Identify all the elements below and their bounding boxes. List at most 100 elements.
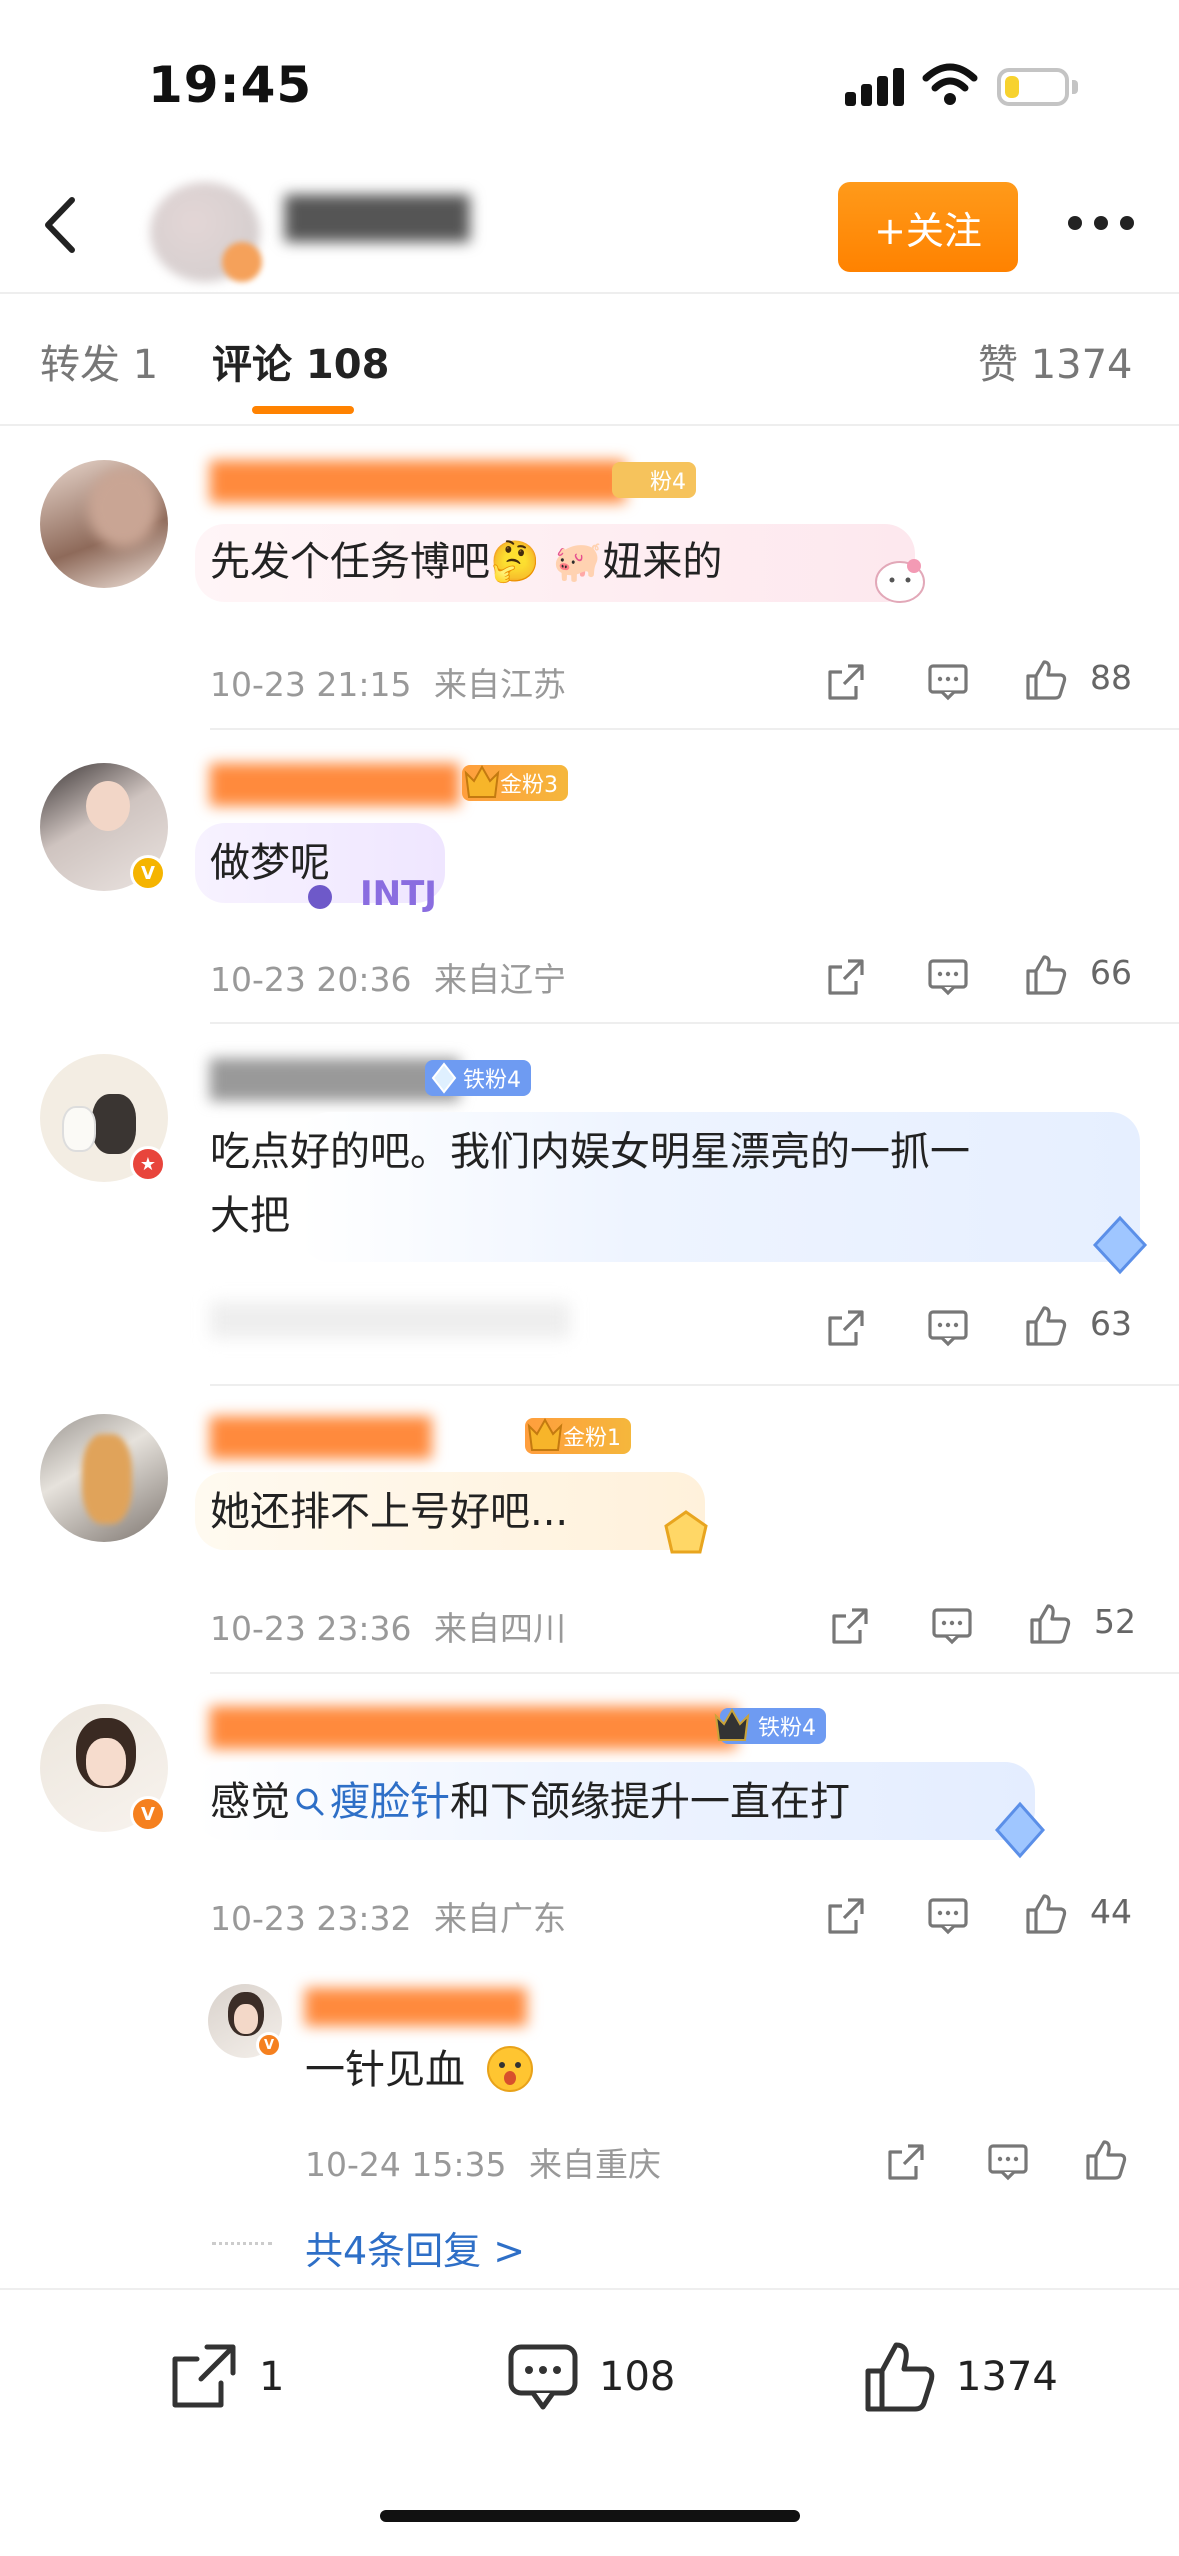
post-header: ██████ +关注: [0, 160, 1179, 290]
reply-text: 一针见血: [305, 2038, 536, 2102]
more-replies-link[interactable]: 共4条回复 >: [305, 2220, 525, 2275]
comment-meta: 10-23 21:15 来自江苏: [210, 658, 566, 706]
comment-item: ███████████████ 粉4 先发个任务博吧🤔 🐖妞来的 10-23 2…: [0, 450, 1179, 720]
black-crown-icon: [714, 1707, 750, 1741]
tabs-divider: [0, 424, 1179, 426]
comment-text-line-1: 吃点好的吧。我们内娱女明星漂亮的一抓一: [210, 1129, 970, 1175]
fan-badge: 粉4: [612, 462, 696, 498]
tab-repost[interactable]: 转发 1: [40, 332, 158, 390]
tab-comments[interactable]: 评论 108: [212, 332, 389, 390]
commenter-name-blurred[interactable]: ████████: [210, 1418, 431, 1459]
commenter-name-blurred[interactable]: ███████████████: [210, 462, 625, 503]
intj-sticker-icon: INTJ: [308, 874, 437, 914]
comment-location: 来自辽宁: [433, 960, 566, 999]
comment-location: 来自广东: [433, 1899, 566, 1938]
post-tabs: 转发 1 评论 108 赞 1374: [0, 300, 1179, 420]
comment-icon[interactable]: [926, 955, 970, 999]
comment-count: 108: [599, 2354, 676, 2400]
verified-badge-icon: V: [256, 2032, 282, 2058]
comment-text-suffix: 和下颌缘提升一直在打: [450, 1779, 850, 1825]
svg-text:INTJ: INTJ: [360, 874, 437, 914]
bottom-action-bar: 1 108 1374: [0, 2290, 1179, 2556]
gold-crown-icon: [464, 764, 500, 798]
more-options-icon[interactable]: [1068, 216, 1134, 236]
comment-bubble-icon: [508, 2344, 578, 2410]
comment-text: 先发个任务博吧🤔 🐖妞来的: [210, 539, 723, 585]
comment-item: V █████████ 金粉3 做梦呢 INTJ 10-23 20:36 来自辽…: [0, 755, 1179, 1025]
diamond-icon: [431, 1062, 457, 1094]
share-icon[interactable]: [824, 955, 868, 999]
gold-medal-sticker-icon: [664, 1510, 708, 1554]
like-icon[interactable]: [1024, 1304, 1068, 1348]
comment-text: 感觉 瘦脸针和下颌缘提升一直在打: [210, 1770, 850, 1834]
share-icon[interactable]: [824, 660, 868, 704]
reply-meta: 10-24 15:35 来自重庆: [305, 2138, 661, 2186]
reply-time: 10-24 15:35: [305, 2145, 507, 2184]
comment-location: 来自江苏: [433, 665, 566, 704]
like-icon[interactable]: [1024, 658, 1068, 702]
comment-button[interactable]: 108: [505, 2332, 675, 2422]
comment-icon[interactable]: [926, 660, 970, 704]
like-icon[interactable]: [1024, 1892, 1068, 1936]
reply-text-content: 一针见血: [305, 2047, 465, 2093]
author-verified-badge: [222, 242, 262, 282]
diamond-sticker-icon: [994, 1801, 1046, 1859]
back-arrow-icon[interactable]: [30, 190, 100, 260]
kitty-sticker-icon: [875, 559, 925, 603]
comment-divider: [210, 1384, 1179, 1386]
comment-icon[interactable]: [986, 2140, 1030, 2184]
share-icon[interactable]: [824, 1306, 868, 1350]
like-icon[interactable]: [1024, 953, 1068, 997]
fan-badge-label: 铁粉4: [463, 1068, 521, 1093]
share-icon[interactable]: [824, 1894, 868, 1938]
like-count: 63: [1090, 1304, 1132, 1343]
wifi-icon: [922, 63, 978, 105]
verified-badge-icon: V: [130, 1796, 166, 1832]
share-icon[interactable]: [884, 2140, 928, 2184]
reply-thread-line: [212, 2242, 272, 2245]
gold-crown-icon: [527, 1417, 563, 1451]
comment-location: 来自四川: [433, 1609, 566, 1648]
commenter-avatar[interactable]: [40, 1414, 168, 1542]
active-tab-indicator: [252, 406, 354, 414]
repost-count: 1: [259, 2354, 285, 2400]
share-icon[interactable]: [828, 1604, 872, 1648]
comment-meta: 10-23 23:36 来自四川: [210, 1602, 566, 1650]
tab-likes[interactable]: 赞 1374: [978, 332, 1133, 390]
diamond-sticker-icon: [1092, 1215, 1148, 1275]
comment-meta: 10-23 23:32 来自广东: [210, 1892, 566, 1940]
reply-location: 来自重庆: [528, 2145, 661, 2184]
commenter-name-blurred[interactable]: █████████: [210, 765, 459, 806]
commenter-name-blurred[interactable]: ███████████████████: [210, 1708, 736, 1749]
reply-item: V █████████ 一针见血 10-24 15:35 来自重庆 共4条回复 …: [0, 1980, 1179, 2280]
status-time: 19:45: [148, 56, 313, 114]
comment-item: ★ █████████ 铁粉4 吃点好的吧。我们内娱女明星漂亮的一抓一 大把 6…: [0, 1050, 1179, 1380]
comment-icon[interactable]: [926, 1306, 970, 1350]
home-indicator: [380, 2510, 800, 2522]
comment-icon[interactable]: [930, 1604, 974, 1648]
comment-text-prefix: 感觉: [210, 1779, 290, 1825]
like-icon[interactable]: [1028, 1602, 1072, 1646]
comment-divider: [210, 1022, 1179, 1024]
search-icon: [296, 1788, 324, 1816]
repost-button[interactable]: 1: [165, 2332, 284, 2422]
comment-text: 她还排不上号好吧...: [210, 1489, 569, 1535]
hashtag-link[interactable]: 瘦脸针: [290, 1779, 450, 1825]
fan-badge: 铁粉4: [425, 1060, 531, 1096]
author-name-blurred[interactable]: ██████: [285, 196, 470, 246]
replier-name-blurred[interactable]: █████████: [305, 1988, 526, 2026]
comment-item: V ███████████████████ 铁粉4 感觉 瘦脸针和下颌缘提升一直在…: [0, 1700, 1179, 1980]
battery-icon: [997, 68, 1069, 106]
comment-time: 10-23 20:36: [210, 960, 412, 999]
commenter-avatar[interactable]: [40, 460, 168, 588]
battery-cap: [1072, 80, 1078, 94]
comment-icon[interactable]: [926, 1894, 970, 1938]
fan-badge: 金粉1: [525, 1417, 631, 1454]
red-badge-icon: ★: [130, 1146, 166, 1182]
like-icon[interactable]: [1084, 2138, 1128, 2182]
like-button[interactable]: 1374: [862, 2332, 1058, 2422]
surprised-emoji-icon: [486, 2046, 533, 2092]
fan-badge: 金粉3: [462, 764, 568, 801]
commenter-name-blurred[interactable]: █████████: [210, 1060, 459, 1101]
follow-button[interactable]: +关注: [838, 182, 1018, 272]
